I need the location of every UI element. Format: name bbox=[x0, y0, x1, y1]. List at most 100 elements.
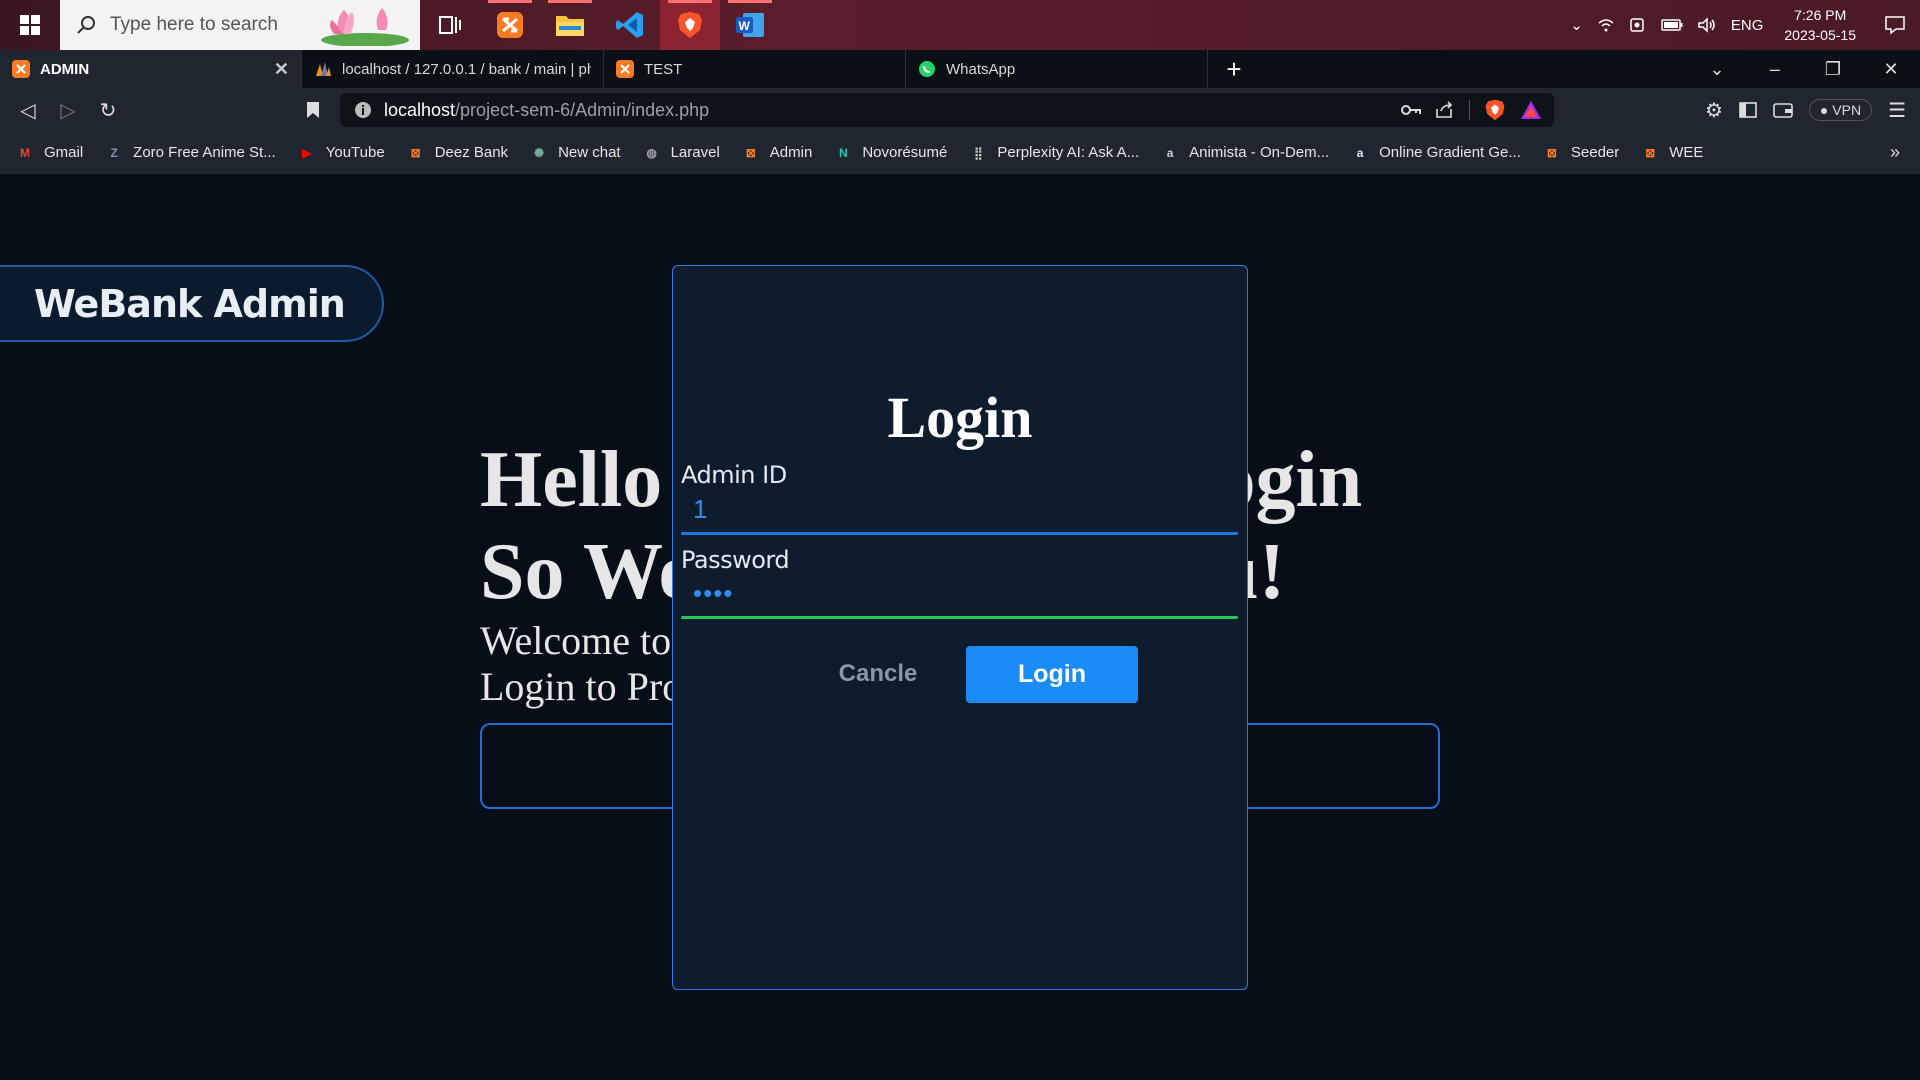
reload-icon[interactable]: ↻ bbox=[88, 98, 128, 123]
bookmark-icon[interactable] bbox=[306, 101, 320, 119]
tab-test[interactable]: TEST bbox=[604, 50, 906, 88]
key-icon[interactable] bbox=[1401, 104, 1421, 116]
cancel-button[interactable]: Cancle bbox=[803, 646, 953, 702]
language-indicator[interactable]: ENG bbox=[1731, 17, 1764, 34]
bookmark-item[interactable]: ⣿ Perplexity AI: Ask A... bbox=[969, 144, 1139, 162]
share-icon[interactable] bbox=[1435, 101, 1455, 119]
sidebar-icon[interactable] bbox=[1739, 102, 1757, 118]
bookmark-item[interactable]: Z Zoro Free Anime St... bbox=[105, 144, 276, 162]
bookmark-item[interactable]: N Novorésumé bbox=[834, 144, 947, 162]
login-button[interactable]: Login bbox=[966, 646, 1138, 703]
word-taskbar-button[interactable]: W bbox=[720, 0, 780, 50]
bookmark-label: Admin bbox=[769, 144, 813, 161]
lotus-decoration-icon bbox=[321, 8, 409, 46]
restore-icon[interactable]: ❐ bbox=[1804, 59, 1862, 80]
taskbar-search-box[interactable]: Type here to search bbox=[60, 0, 420, 50]
bookmark-item[interactable]: ⊠ Deez Bank bbox=[407, 144, 508, 162]
xampp-taskbar-button[interactable] bbox=[480, 0, 540, 50]
bookmark-item[interactable]: ⊠ Seeder bbox=[1543, 144, 1619, 162]
gmail-icon: M bbox=[20, 145, 30, 160]
word-icon: W bbox=[736, 13, 764, 37]
windows-taskbar: Type here to search W ⌄ ENG 7:26 PM 2023… bbox=[0, 0, 1920, 50]
site-info-icon[interactable] bbox=[354, 101, 372, 119]
toolbar-right: ⚙ ● VPN ☰ bbox=[1705, 98, 1920, 123]
bookmark-item[interactable]: ▶ YouTube bbox=[298, 144, 385, 162]
tab-search-chevron-icon[interactable]: ⌄ bbox=[1688, 59, 1746, 80]
xampp-icon bbox=[12, 60, 30, 78]
back-icon[interactable]: ◁ bbox=[8, 98, 48, 123]
tab-phpmyadmin[interactable]: localhost / 127.0.0.1 / bank / main | ph bbox=[302, 50, 604, 88]
notification-icon bbox=[1885, 16, 1905, 35]
omnibox-actions bbox=[1401, 98, 1554, 122]
minimize-icon[interactable]: – bbox=[1746, 59, 1804, 80]
xampp-icon: ⊠ bbox=[1546, 145, 1557, 160]
bookmark-label: Novorésumé bbox=[862, 144, 948, 161]
svg-text:W: W bbox=[739, 19, 751, 33]
bookmark-label: Gmail bbox=[44, 144, 84, 161]
extensions-icon[interactable]: ⚙ bbox=[1705, 98, 1723, 123]
bookmark-label: Animista - On-Dem... bbox=[1189, 144, 1330, 161]
gradient-icon: a bbox=[1356, 145, 1364, 160]
xampp-icon: ⊠ bbox=[410, 145, 421, 160]
notifications-button[interactable] bbox=[1870, 15, 1920, 35]
brave-shields-icon[interactable] bbox=[1484, 98, 1506, 122]
brave-taskbar-button[interactable] bbox=[660, 0, 720, 50]
novoresume-icon: N bbox=[838, 145, 848, 160]
new-tab-button[interactable]: + bbox=[1208, 50, 1260, 88]
login-modal: Login Admin ID Password Cancle Login bbox=[672, 265, 1248, 990]
vscode-icon bbox=[616, 12, 643, 38]
bookmark-label: Online Gradient Ge... bbox=[1379, 144, 1521, 161]
tab-admin[interactable]: ADMIN ✕ bbox=[0, 50, 302, 88]
task-view-button[interactable] bbox=[420, 0, 480, 50]
more-bookmarks-icon[interactable]: » bbox=[1890, 142, 1900, 163]
windows-icon bbox=[20, 15, 40, 35]
taskbar-search-placeholder: Type here to search bbox=[110, 14, 278, 35]
clock-date: 2023-05-15 bbox=[1784, 27, 1856, 43]
close-window-icon[interactable]: ✕ bbox=[1862, 59, 1920, 80]
file-explorer-taskbar-button[interactable] bbox=[540, 0, 600, 50]
admin-id-input[interactable] bbox=[681, 488, 1238, 530]
close-tab-icon[interactable]: ✕ bbox=[274, 59, 289, 80]
show-hidden-icons-chevron-icon[interactable]: ⌄ bbox=[1570, 16, 1583, 34]
bookmark-item[interactable]: ⊠ WEE bbox=[1641, 144, 1703, 162]
vscode-taskbar-button[interactable] bbox=[600, 0, 660, 50]
admin-id-underline bbox=[681, 532, 1238, 535]
clock[interactable]: 7:26 PM 2023-05-15 bbox=[1770, 5, 1870, 45]
wallet-icon[interactable] bbox=[1773, 102, 1793, 118]
battery-icon[interactable] bbox=[1661, 18, 1683, 32]
forward-icon[interactable]: ▷ bbox=[48, 98, 88, 123]
bookmark-label: Perplexity AI: Ask A... bbox=[997, 144, 1140, 161]
bookmark-item[interactable]: a Online Gradient Ge... bbox=[1351, 144, 1521, 162]
menu-icon[interactable]: ☰ bbox=[1888, 98, 1906, 123]
password-input[interactable] bbox=[681, 572, 1238, 614]
xampp-icon: ⊠ bbox=[745, 145, 756, 160]
browser-toolbar: ◁ ▷ ↻ localhost/project-sem-6/Admin/inde… bbox=[0, 88, 1920, 132]
wifi-icon[interactable] bbox=[1597, 17, 1615, 33]
bookmark-item[interactable]: M Gmail bbox=[16, 144, 83, 162]
bookmark-item[interactable]: ◍ Laravel bbox=[643, 144, 719, 162]
system-tray: ⌄ ENG 7:26 PM 2023-05-15 bbox=[1563, 0, 1920, 50]
phpmyadmin-icon bbox=[316, 62, 331, 76]
folder-icon bbox=[556, 16, 584, 36]
bookmark-item[interactable]: ✺ New chat bbox=[530, 144, 621, 162]
vpn-button[interactable]: ● VPN bbox=[1808, 99, 1873, 121]
bookmark-item[interactable]: a Animista - On-Dem... bbox=[1161, 144, 1329, 162]
address-bar[interactable]: localhost/project-sem-6/Admin/index.php bbox=[340, 93, 1554, 127]
tab-label: TEST bbox=[644, 60, 683, 78]
brand-title: WeBank Admin bbox=[34, 281, 346, 326]
bookmark-item[interactable]: ⊠ Admin bbox=[742, 144, 813, 162]
search-icon bbox=[77, 16, 95, 34]
brave-rewards-icon[interactable] bbox=[1520, 100, 1542, 120]
start-button[interactable] bbox=[0, 0, 60, 50]
zoro-icon: Z bbox=[110, 145, 118, 160]
password-label: Password bbox=[681, 546, 790, 574]
omnibox-divider bbox=[1469, 100, 1470, 120]
plus-icon: + bbox=[1226, 53, 1242, 84]
bookmark-label: Deez Bank bbox=[434, 144, 509, 161]
screen-record-icon[interactable] bbox=[1629, 17, 1647, 33]
bookmark-label: Zoro Free Anime St... bbox=[133, 144, 276, 161]
volume-icon[interactable] bbox=[1697, 17, 1717, 33]
tab-whatsapp[interactable]: WhatsApp bbox=[906, 50, 1208, 88]
tab-label: ADMIN bbox=[40, 60, 90, 78]
xampp-icon: ⊠ bbox=[1645, 145, 1656, 160]
